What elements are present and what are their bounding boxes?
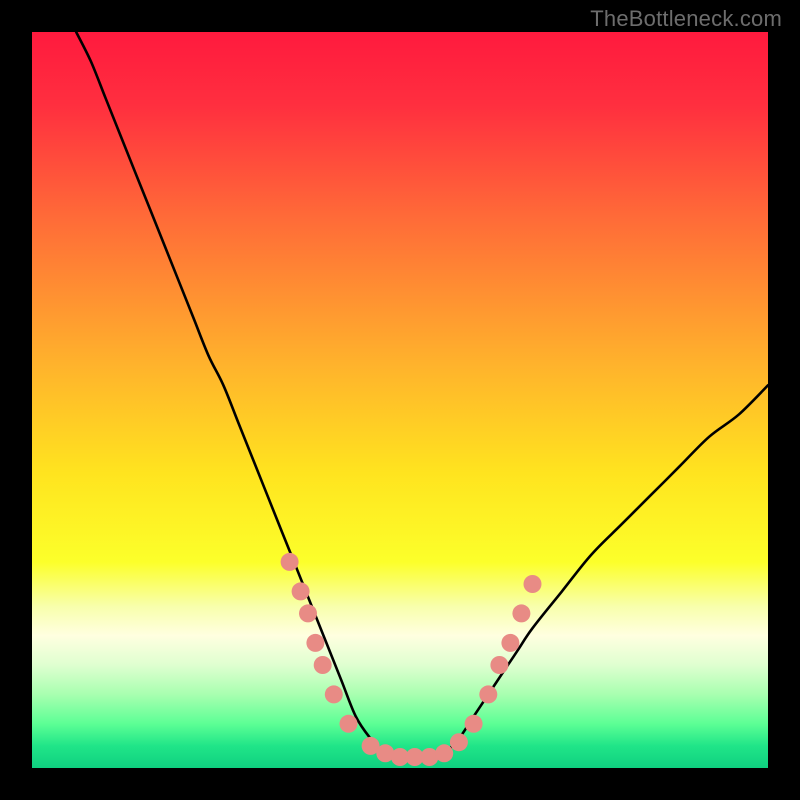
marker-dot	[512, 604, 530, 622]
marker-dot	[314, 656, 332, 674]
marker-dot	[479, 685, 497, 703]
marker-dot	[306, 634, 324, 652]
marker-dot	[490, 656, 508, 674]
marker-dot	[299, 604, 317, 622]
marker-dot	[325, 685, 343, 703]
marker-dot	[501, 634, 519, 652]
marker-dot	[465, 715, 483, 733]
marker-dot	[292, 582, 310, 600]
marker-dot	[340, 715, 358, 733]
chart-frame: TheBottleneck.com	[0, 0, 800, 800]
plot-area	[32, 32, 768, 768]
marker-dot	[524, 575, 542, 593]
chart-svg	[32, 32, 768, 768]
watermark-text: TheBottleneck.com	[590, 6, 782, 32]
marker-dot	[435, 744, 453, 762]
marker-dot	[281, 553, 299, 571]
gradient-background	[32, 32, 768, 768]
marker-dot	[450, 733, 468, 751]
